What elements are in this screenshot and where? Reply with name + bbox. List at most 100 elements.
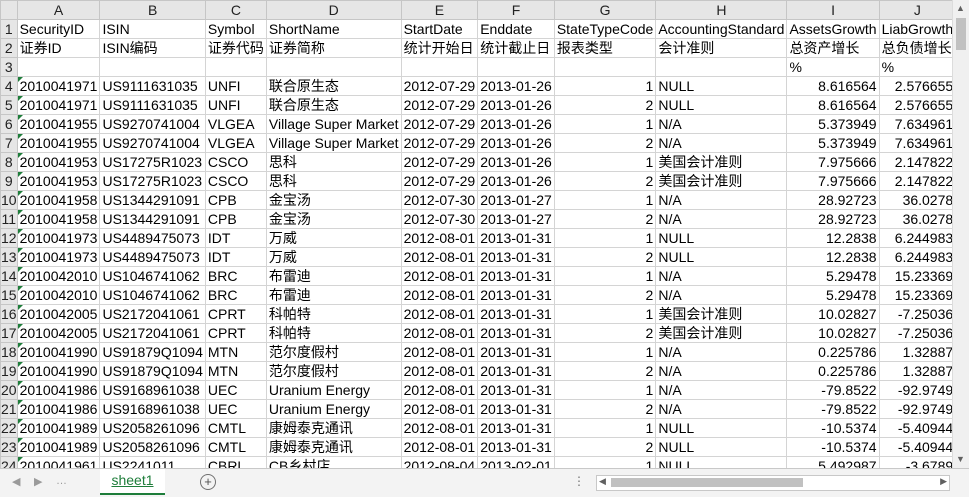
cell[interactable]: CPRT xyxy=(205,324,266,343)
cell[interactable] xyxy=(401,58,478,77)
cell[interactable]: 2 xyxy=(554,210,656,229)
cell[interactable]: MTN xyxy=(205,343,266,362)
row-header[interactable]: 16 xyxy=(1,305,18,324)
cell[interactable]: 28.92723 xyxy=(787,210,879,229)
cell[interactable]: NULL xyxy=(656,229,787,248)
cell[interactable]: 1 xyxy=(554,153,656,172)
row-header[interactable]: 15 xyxy=(1,286,18,305)
cell[interactable] xyxy=(554,58,656,77)
cell[interactable]: 证券ID xyxy=(17,39,100,58)
cell[interactable]: US9270741004 xyxy=(100,115,205,134)
cell[interactable]: 2010041973 xyxy=(17,229,100,248)
cell[interactable]: CPRT xyxy=(205,305,266,324)
cell[interactable]: % xyxy=(879,58,956,77)
cell[interactable]: 2013-01-27 xyxy=(478,191,555,210)
cell[interactable]: 0.225786 xyxy=(787,362,879,381)
cell[interactable]: N/A xyxy=(656,210,787,229)
column-header[interactable]: I xyxy=(787,1,879,20)
cell[interactable]: US2172041061 xyxy=(100,305,205,324)
cell[interactable]: ISIN编码 xyxy=(100,39,205,58)
cell[interactable]: Uranium Energy xyxy=(266,381,401,400)
cell[interactable]: 2 xyxy=(554,324,656,343)
cell[interactable]: 12.2838 xyxy=(787,248,879,267)
cell[interactable]: US9168961038 xyxy=(100,400,205,419)
cell[interactable]: StateTypeCode xyxy=(554,20,656,39)
vertical-scroll-thumb[interactable] xyxy=(956,18,966,50)
cell[interactable]: 报表类型 xyxy=(554,39,656,58)
next-sheet-icon[interactable]: ▶ xyxy=(34,475,42,488)
cell[interactable]: 布雷迪 xyxy=(266,267,401,286)
cell[interactable]: 2.147822 xyxy=(879,153,956,172)
cell[interactable]: 联合原生态 xyxy=(266,77,401,96)
cell[interactable]: 思科 xyxy=(266,153,401,172)
row-header[interactable]: 21 xyxy=(1,400,18,419)
row-header[interactable]: 10 xyxy=(1,191,18,210)
cell[interactable] xyxy=(100,58,205,77)
cell[interactable]: US9111631035 xyxy=(100,77,205,96)
cell[interactable]: -92.9749 xyxy=(879,400,956,419)
cell[interactable]: 2 xyxy=(554,438,656,457)
row-header[interactable]: 9 xyxy=(1,172,18,191)
row-header[interactable]: 6 xyxy=(1,115,18,134)
row-header[interactable]: 14 xyxy=(1,267,18,286)
cell[interactable]: 2 xyxy=(554,286,656,305)
cell[interactable]: % xyxy=(787,58,879,77)
cell[interactable]: UNFI xyxy=(205,77,266,96)
cell[interactable]: 2010041971 xyxy=(17,96,100,115)
row-header[interactable]: 2 xyxy=(1,39,18,58)
cell[interactable]: 2010042010 xyxy=(17,286,100,305)
cell[interactable]: BRC xyxy=(205,267,266,286)
row-header[interactable]: 19 xyxy=(1,362,18,381)
cell[interactable]: 15.23369 xyxy=(879,286,956,305)
cell[interactable]: 2013-01-31 xyxy=(478,343,555,362)
cell[interactable]: 2012-07-29 xyxy=(401,77,478,96)
cell[interactable]: 2012-08-01 xyxy=(401,419,478,438)
cell[interactable]: AssetsGrowth xyxy=(787,20,879,39)
row-header[interactable]: 4 xyxy=(1,77,18,96)
cell[interactable]: 2012-07-29 xyxy=(401,96,478,115)
cell[interactable]: 2010041990 xyxy=(17,362,100,381)
cell[interactable]: 科帕特 xyxy=(266,305,401,324)
scroll-down-icon[interactable]: ▼ xyxy=(956,454,965,464)
cell[interactable]: -7.25036 xyxy=(879,324,956,343)
row-header[interactable]: 20 xyxy=(1,381,18,400)
column-header[interactable]: H xyxy=(656,1,787,20)
cell[interactable]: CMTL xyxy=(205,438,266,457)
cell[interactable]: NULL xyxy=(656,438,787,457)
cell[interactable]: 联合原生态 xyxy=(266,96,401,115)
cell[interactable]: 5.373949 xyxy=(787,134,879,153)
column-header[interactable]: D xyxy=(266,1,401,20)
cell[interactable]: 2012-08-01 xyxy=(401,343,478,362)
vertical-scrollbar[interactable]: ▲ ▼ xyxy=(952,0,969,468)
cell[interactable]: 2012-08-01 xyxy=(401,438,478,457)
column-header[interactable]: G xyxy=(554,1,656,20)
cell[interactable]: 证券简称 xyxy=(266,39,401,58)
row-header[interactable]: 8 xyxy=(1,153,18,172)
cell[interactable]: US1046741062 xyxy=(100,286,205,305)
cell[interactable]: 2010041986 xyxy=(17,400,100,419)
cell[interactable]: 2013-01-26 xyxy=(478,134,555,153)
cell[interactable]: 2013-01-31 xyxy=(478,400,555,419)
cell[interactable]: 5.29478 xyxy=(787,267,879,286)
cell-table[interactable]: A B C D E F G H I J K L M 1SecurityIDISI… xyxy=(0,0,969,468)
cell[interactable]: 美国会计准则 xyxy=(656,153,787,172)
cell[interactable]: 康姆泰克通讯 xyxy=(266,419,401,438)
cell[interactable]: US2058261096 xyxy=(100,419,205,438)
cell[interactable]: CPB xyxy=(205,191,266,210)
cell[interactable]: 统计开始日 xyxy=(401,39,478,58)
cell[interactable]: 2012-07-29 xyxy=(401,134,478,153)
cell[interactable]: IDT xyxy=(205,229,266,248)
cell[interactable]: CSCO xyxy=(205,172,266,191)
tab-splitter-icon[interactable]: ⋮ xyxy=(573,474,586,488)
cell[interactable]: NULL xyxy=(656,96,787,115)
column-header[interactable]: F xyxy=(478,1,555,20)
column-header[interactable]: E xyxy=(401,1,478,20)
cell[interactable]: 2010041973 xyxy=(17,248,100,267)
cell[interactable]: 2010041971 xyxy=(17,77,100,96)
cell[interactable]: N/A xyxy=(656,115,787,134)
cell[interactable]: 总资产增长 xyxy=(787,39,879,58)
cell[interactable]: US1344291091 xyxy=(100,191,205,210)
cell[interactable]: 36.0278 xyxy=(879,210,956,229)
cell[interactable]: N/A xyxy=(656,400,787,419)
cell[interactable]: 统计截止日 xyxy=(478,39,555,58)
